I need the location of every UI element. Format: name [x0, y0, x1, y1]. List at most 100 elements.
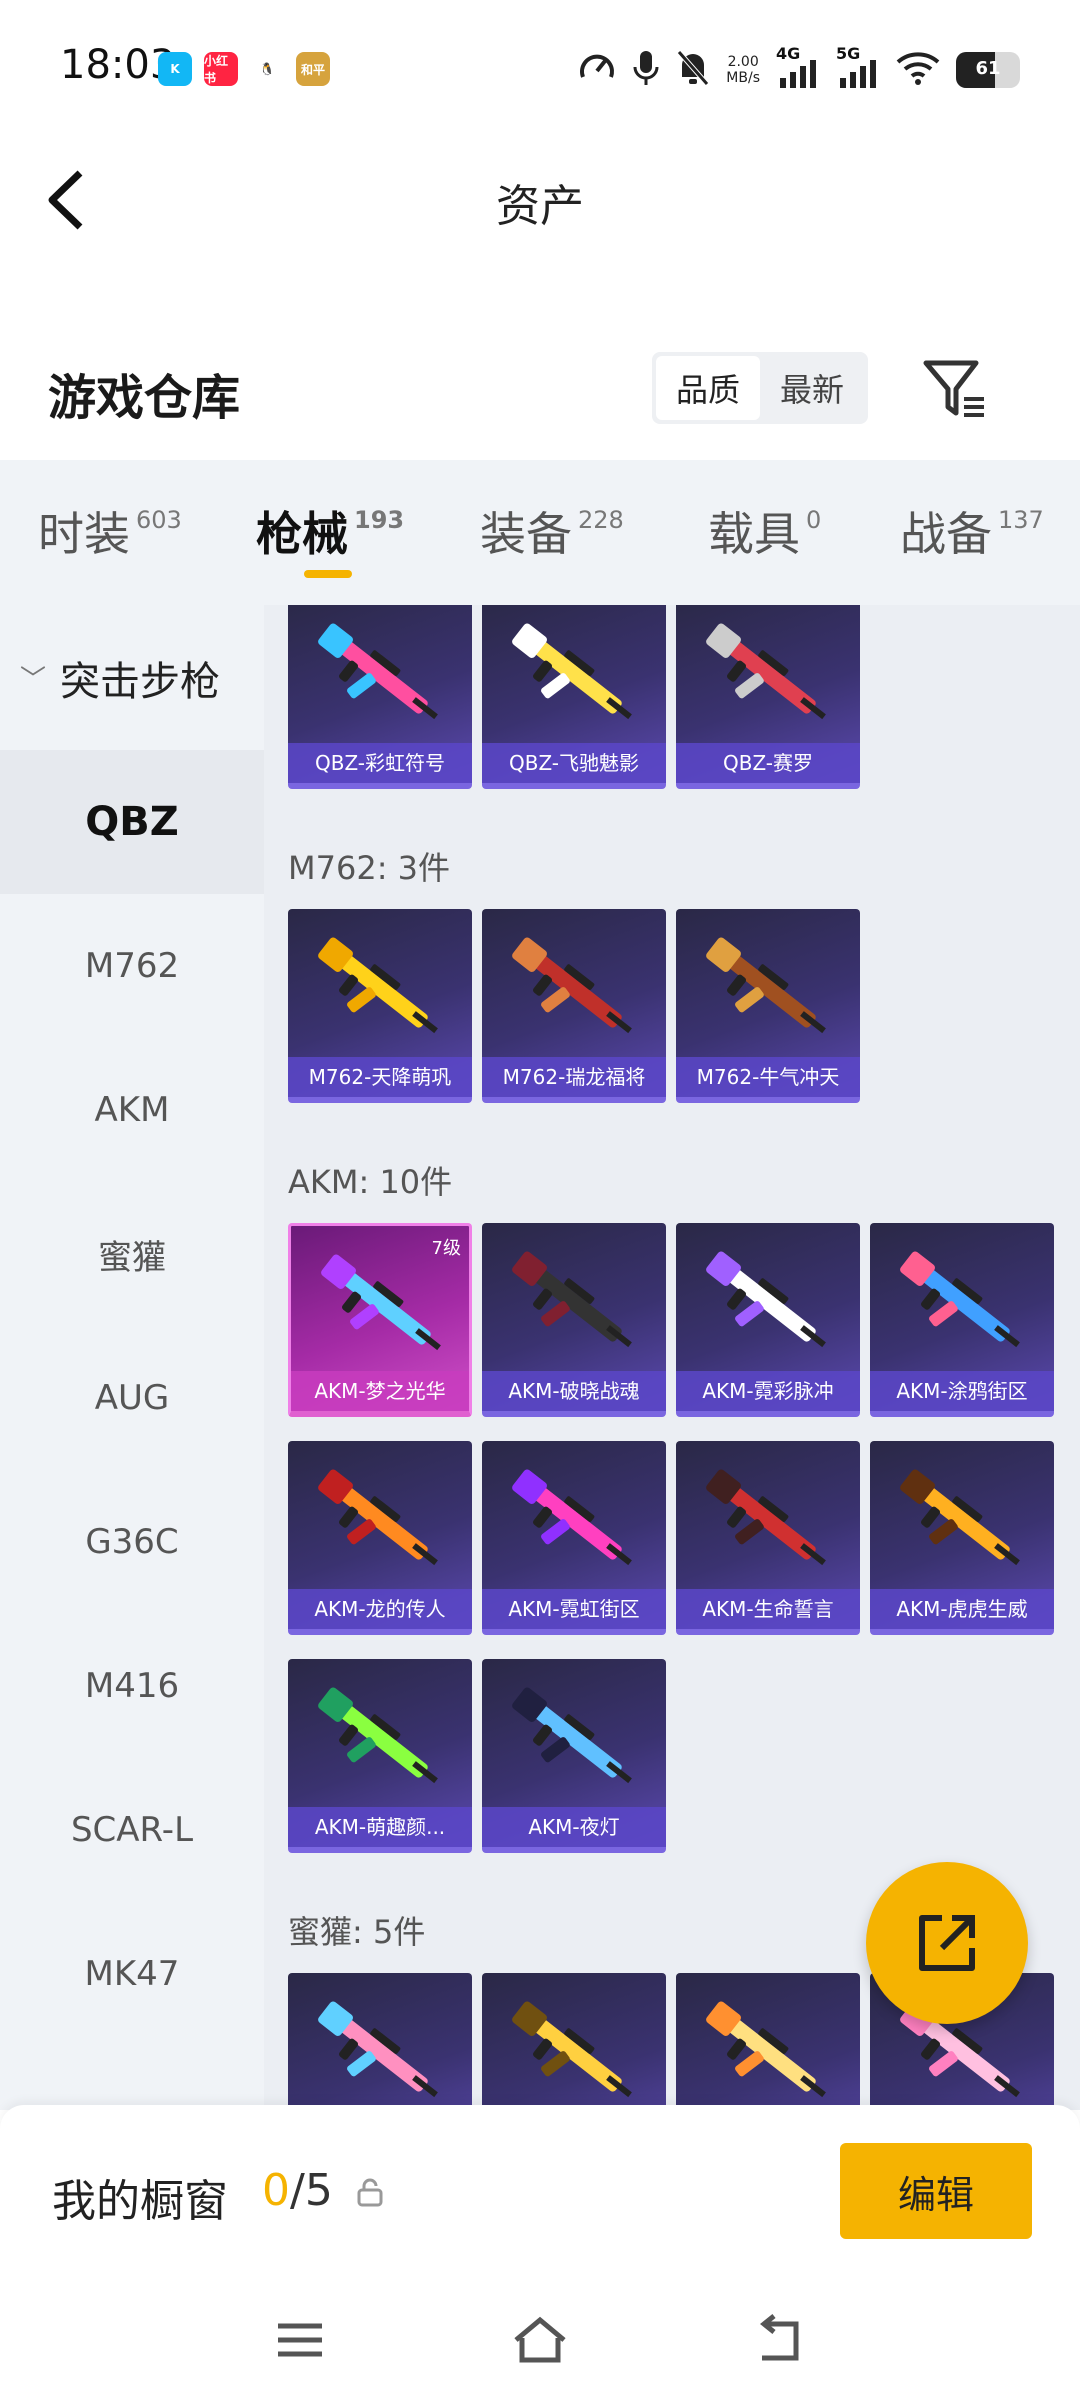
lock-icon	[355, 2177, 385, 2207]
rifle-icon	[706, 2001, 826, 2098]
weapon-skin-name: AKM-龙的传人	[288, 1589, 472, 1629]
rifle-icon	[318, 1687, 438, 1784]
rifle-icon	[706, 623, 826, 720]
qq-icon: 🐧	[250, 52, 284, 86]
battery-indicator: 61	[956, 52, 1020, 88]
signal-4g-icon: 4G	[776, 44, 820, 90]
game-app-icon: 和平	[296, 52, 330, 86]
filter-icon	[923, 360, 984, 417]
weapon-skin-card[interactable]: AKM-龙的传人	[288, 1441, 472, 1635]
weapon-skin-card[interactable]: AKM-夜灯	[482, 1659, 666, 1853]
rifle-icon	[512, 1469, 632, 1566]
page-title: 资产	[496, 181, 584, 232]
sidebar-item--[interactable]: 蜜獾	[0, 1182, 264, 1326]
weapon-skin-card[interactable]	[482, 1973, 666, 2110]
weapon-skin-card[interactable]: AKM-涂鸦街区	[870, 1223, 1054, 1417]
sort-toggle: 品质 最新	[652, 352, 868, 424]
rifle-icon	[900, 1469, 1020, 1566]
sidebar-item-akm[interactable]: AKM	[0, 1038, 264, 1182]
wifi-icon	[896, 50, 940, 90]
rifle-icon	[512, 623, 632, 720]
back-nav-button[interactable]	[750, 2310, 810, 2370]
weapon-skin-name: AKM-萌趣颜...	[288, 1807, 472, 1847]
weapon-skin-name: AKM-霓虹街区	[482, 1589, 666, 1629]
rifle-icon	[512, 1251, 632, 1348]
rifle-icon	[318, 1469, 438, 1566]
rifle-icon	[512, 2001, 632, 2098]
kuaishou-icon: K	[158, 52, 192, 86]
rifle-icon	[706, 1469, 826, 1566]
weapon-skin-card[interactable]: QBZ-赛罗	[676, 605, 860, 789]
weapon-skin-name: AKM-生命誓言	[676, 1589, 860, 1629]
edit-button[interactable]: 编辑	[840, 2143, 1032, 2239]
category-tabs: 时装 603 枪械 193 装备 228 载具 0 战备 137	[0, 460, 1080, 605]
weapon-skin-name: M762-瑞龙福将	[482, 1057, 666, 1097]
showcase-title: 我的橱窗	[52, 2176, 228, 2227]
weapon-skin-card[interactable]: M762-瑞龙福将	[482, 909, 666, 1103]
rifle-icon	[512, 1687, 632, 1784]
tab-equipment[interactable]: 装备 228	[480, 498, 624, 564]
sidebar-item-qbz[interactable]: QBZ	[0, 750, 264, 894]
tab-combat-supplies[interactable]: 战备 137	[900, 498, 1044, 564]
rifle-icon	[318, 937, 438, 1034]
showcase-bar: 我的橱窗 0/5 编辑	[0, 2105, 1080, 2280]
menu-nav-button[interactable]	[270, 2310, 330, 2370]
weapon-skin-card[interactable]: M762-天降萌巩	[288, 909, 472, 1103]
weapon-skin-card[interactable]: AKM-虎虎生威	[870, 1441, 1054, 1635]
header: 资产	[0, 130, 1080, 270]
sidebar-item-m762[interactable]: M762	[0, 894, 264, 1038]
section-label: AKM: 10件	[288, 1163, 453, 1201]
weapon-skin-card[interactable]: QBZ-彩虹符号	[288, 605, 472, 789]
sidebar-item-aug[interactable]: AUG	[0, 1326, 264, 1470]
weapon-skin-name: AKM-虎虎生威	[870, 1589, 1054, 1629]
weapon-skin-card[interactable]: AKM-生命誓言	[676, 1441, 860, 1635]
weapon-skin-card[interactable]: AKM-破晓战魂	[482, 1223, 666, 1417]
xiaohongshu-icon: 小红书	[204, 52, 238, 86]
weapon-skin-name: M762-牛气冲天	[676, 1057, 860, 1097]
net-speed: 2.00 MB/s	[726, 54, 760, 86]
chevron-down-icon: ﹀	[20, 665, 47, 695]
weapon-skin-name: QBZ-赛罗	[676, 743, 860, 783]
sidebar-item-scar-l[interactable]: SCAR-L	[0, 1758, 264, 1902]
sidebar-item-g36c[interactable]: G36C	[0, 1470, 264, 1614]
speedometer-icon	[578, 49, 616, 91]
share-fab[interactable]	[866, 1862, 1028, 2024]
rifle-icon	[318, 2001, 438, 2098]
tab-vehicles[interactable]: 载具 0	[708, 498, 821, 564]
weapon-skin-card[interactable]: AKM-霓虹街区	[482, 1441, 666, 1635]
weapon-skin-card[interactable]: AKM-萌趣颜...	[288, 1659, 472, 1853]
share-icon	[919, 1915, 975, 1971]
sort-newest-option[interactable]: 最新	[760, 356, 864, 420]
weapon-skin-name: QBZ-彩虹符号	[288, 743, 472, 783]
weapon-skin-card[interactable]: AKM-霓彩脉冲	[676, 1223, 860, 1417]
home-icon	[514, 2316, 566, 2363]
rifle-icon	[900, 1251, 1020, 1348]
sort-quality-option[interactable]: 品质	[656, 356, 760, 420]
tab-fashion[interactable]: 时装 603	[38, 498, 182, 564]
weapon-skin-name: AKM-霓彩脉冲	[676, 1371, 860, 1411]
status-bar: 18:03 K 小红书 🐧 和平 2.00 MB/s 4G 5G 61	[0, 0, 1080, 130]
weapon-skin-card[interactable]: 7级 AKM-梦之光华	[288, 1223, 472, 1417]
sidebar-group-assault-rifles[interactable]: ﹀ 突击步枪	[0, 605, 264, 750]
warehouse-title: 游戏仓库	[48, 370, 241, 426]
weapon-skin-name: AKM-夜灯	[482, 1807, 666, 1847]
rifle-icon	[318, 623, 438, 720]
level-badge: 7级	[431, 1238, 461, 1259]
return-icon	[759, 2314, 799, 2361]
weapon-skin-name: AKM-梦之光华	[291, 1371, 469, 1411]
filter-button[interactable]	[920, 355, 990, 425]
home-nav-button[interactable]	[510, 2310, 570, 2370]
weapon-skin-card[interactable]	[288, 1973, 472, 2110]
weapon-skin-card[interactable]	[676, 1973, 860, 2110]
rifle-icon	[706, 1251, 826, 1348]
tab-firearms[interactable]: 枪械 193	[256, 498, 404, 564]
sidebar-item-m416[interactable]: M416	[0, 1614, 264, 1758]
sidebar-item-mk47[interactable]: MK47	[0, 1902, 264, 2046]
active-tab-indicator	[304, 570, 352, 578]
weapon-skin-name: QBZ-飞驰魅影	[482, 743, 666, 783]
weapon-skin-card[interactable]: M762-牛气冲天	[676, 909, 860, 1103]
weapon-skin-name: M762-天降萌巩	[288, 1057, 472, 1097]
weapon-skin-name: AKM-破晓战魂	[482, 1371, 666, 1411]
weapon-skin-card[interactable]: QBZ-飞驰魅影	[482, 605, 666, 789]
rifle-icon	[512, 937, 632, 1034]
